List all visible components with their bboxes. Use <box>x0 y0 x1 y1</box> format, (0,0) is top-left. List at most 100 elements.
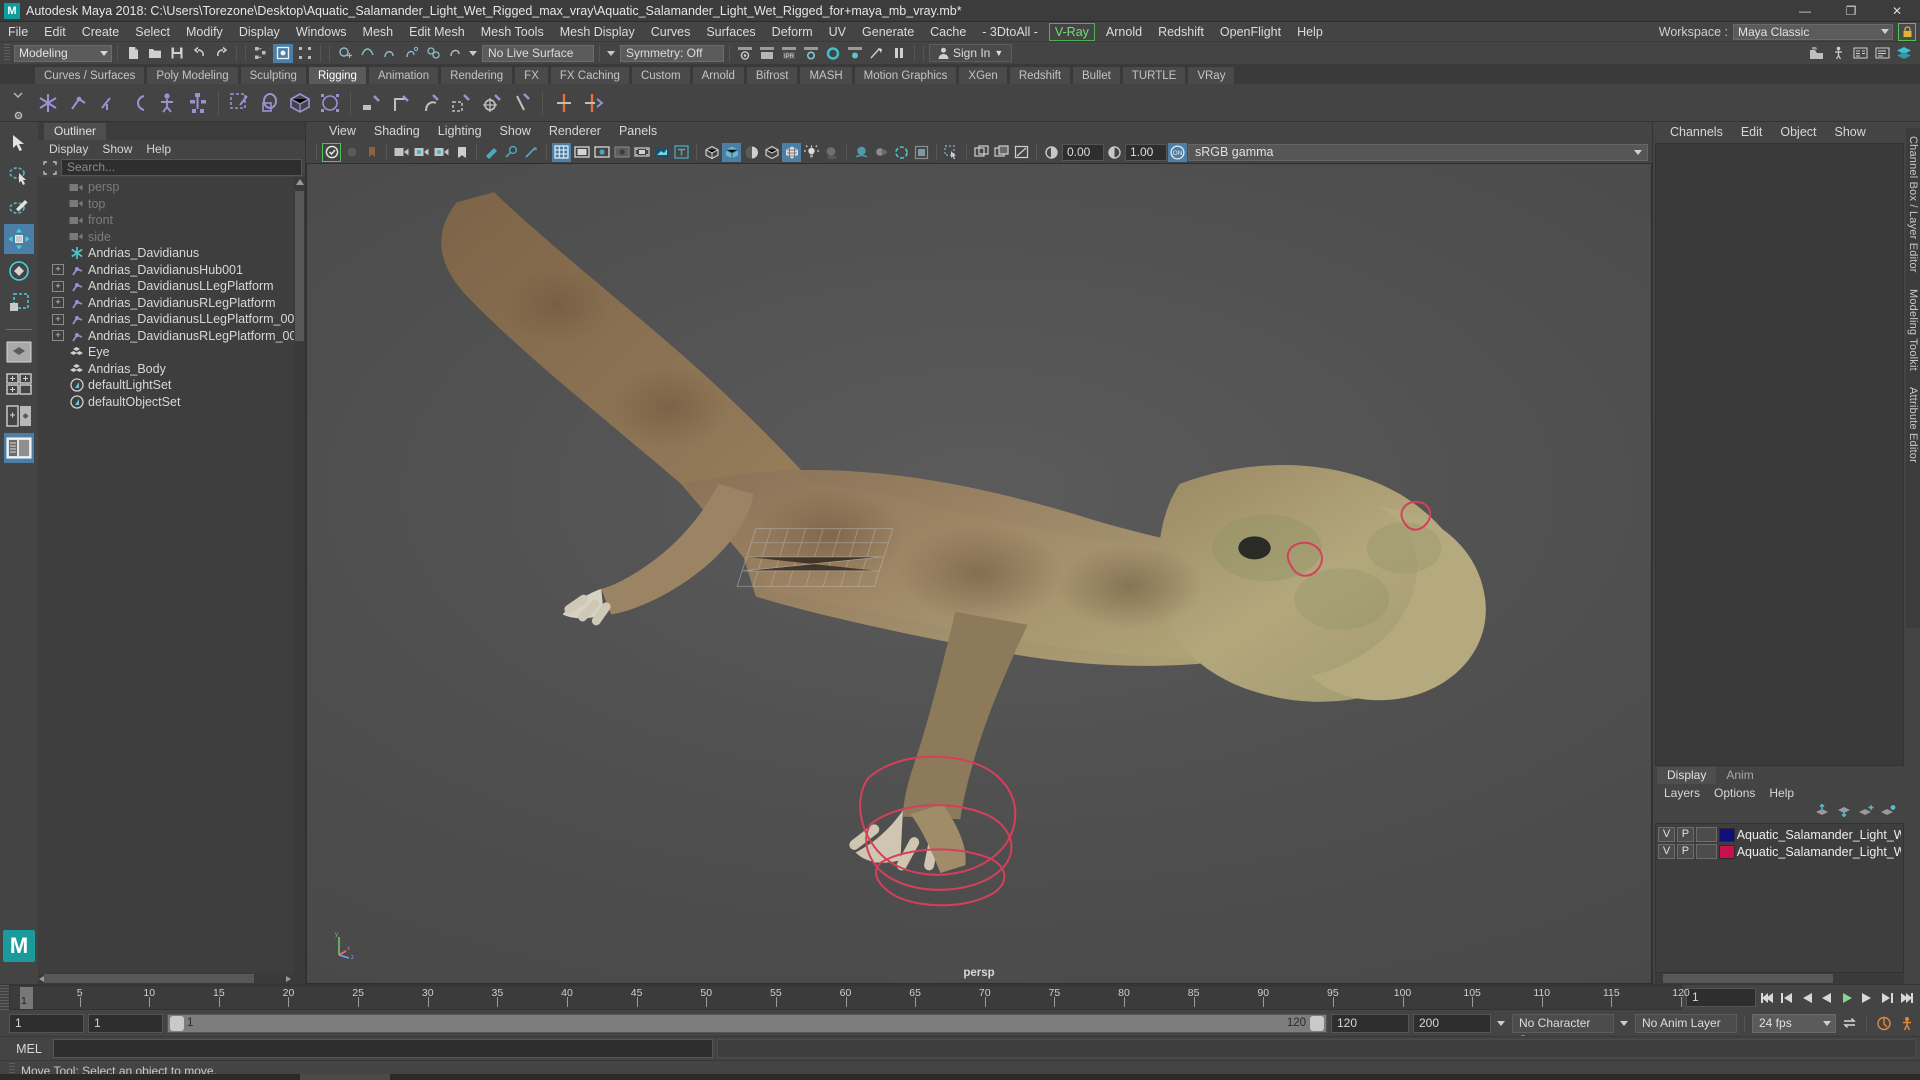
shelf-scale-constraint-button[interactable] <box>448 89 475 116</box>
open-outliner-button[interactable] <box>1806 44 1826 63</box>
outliner-item-eye[interactable]: Eye <box>38 344 305 361</box>
render-settings-button[interactable] <box>801 44 821 63</box>
layer-horizontal-scrollbar[interactable] <box>1655 973 1904 984</box>
resolution-gate-button[interactable] <box>592 143 611 162</box>
shelf-lattice-deformer-button[interactable] <box>256 89 283 116</box>
outliner-menu-display[interactable]: Display <box>42 140 95 158</box>
paint-select-tool-button[interactable] <box>4 192 34 222</box>
viewport-menu-view[interactable]: View <box>320 122 365 141</box>
minimize-button[interactable]: — <box>1782 0 1828 22</box>
render-region-button[interactable] <box>867 44 887 63</box>
outliner-item-andrias-body[interactable]: Andrias_Body <box>38 361 305 378</box>
menu-mesh[interactable]: Mesh <box>355 22 402 42</box>
current-time-field[interactable]: 1 <box>1686 988 1756 1007</box>
bookmark-button[interactable] <box>452 143 471 162</box>
range-slider-bar[interactable]: 1 120 <box>167 1013 1327 1033</box>
shelf-interactive-bind-button[interactable] <box>184 89 211 116</box>
outliner-item-top[interactable]: top <box>38 196 305 213</box>
expand-toggle[interactable]: + <box>52 297 64 309</box>
viewport-menu-shading[interactable]: Shading <box>365 122 429 141</box>
exposure-display-button[interactable] <box>652 143 671 162</box>
step-forward-key-button[interactable] <box>1877 988 1896 1007</box>
shelf-tab-menu-button[interactable] <box>8 86 28 104</box>
outliner-item-llegplatform-001[interactable]: + Andrias_DavidianusLLegPlatform_001 <box>38 311 305 328</box>
vtab-channel-box-layer-editor[interactable]: Channel Box / Layer Editor <box>1907 128 1919 281</box>
open-scene-button[interactable] <box>145 44 165 63</box>
menu-uv[interactable]: UV <box>821 22 854 42</box>
menu-openflight[interactable]: OpenFlight <box>1212 22 1289 42</box>
shelf-tab-bullet[interactable]: Bullet <box>1072 66 1121 84</box>
anim-layer-field[interactable]: No Anim Layer <box>1635 1013 1737 1033</box>
menu-modify[interactable]: Modify <box>178 22 231 42</box>
gamma-value-field[interactable]: 1.00 <box>1125 143 1167 161</box>
anim-layer-caret[interactable] <box>1618 1014 1631 1033</box>
layer-color-swatch[interactable] <box>1718 827 1735 842</box>
menu-help[interactable]: Help <box>1289 22 1331 42</box>
shelf-orient-constraint-button[interactable] <box>418 89 445 116</box>
shelf-bind-skin-button[interactable] <box>154 89 181 116</box>
range-playback-start-field[interactable]: 1 <box>88 1013 163 1033</box>
shelf-paint-skin-weights-button[interactable] <box>226 89 253 116</box>
color-management-toggle-button[interactable] <box>912 143 931 162</box>
shelf-options-button[interactable] <box>8 106 28 124</box>
redo-render-button[interactable] <box>757 44 777 63</box>
menu-edit-mesh[interactable]: Edit Mesh <box>401 22 473 42</box>
grease-pencil-button[interactable] <box>502 143 521 162</box>
select-by-hierarchy-button[interactable] <box>251 44 271 63</box>
image-plane-button[interactable] <box>482 143 501 162</box>
shelf-tab-rendering[interactable]: Rendering <box>440 66 514 84</box>
shelf-tab-redshift[interactable]: Redshift <box>1008 66 1072 84</box>
undo-button[interactable] <box>189 44 209 63</box>
tab-outliner[interactable]: Outliner <box>44 123 107 140</box>
sign-in-button[interactable]: Sign In ▼ <box>929 44 1013 62</box>
maximize-button[interactable]: ❐ <box>1828 0 1874 22</box>
step-forward-frame-button[interactable] <box>1857 988 1876 1007</box>
live-surface-field[interactable]: No Live Surface <box>482 44 594 62</box>
outliner-item-defaultobjectset[interactable]: defaultObjectSet <box>38 394 305 411</box>
select-camera-button[interactable] <box>322 142 341 162</box>
outliner-menu-show[interactable]: Show <box>95 140 139 158</box>
open-layer-editor-button[interactable] <box>1894 44 1914 63</box>
select-by-component-button[interactable] <box>295 44 315 63</box>
workspace-dropdown[interactable]: Maya Classic <box>1733 24 1893 40</box>
expand-toggle[interactable]: + <box>52 330 64 342</box>
wireframe-shading-button[interactable] <box>702 143 721 162</box>
select-by-object-button[interactable] <box>273 43 293 63</box>
menu-windows[interactable]: Windows <box>288 22 355 42</box>
shelf-tab-rigging[interactable]: Rigging <box>307 66 367 84</box>
menu-display[interactable]: Display <box>231 22 288 42</box>
character-set-field[interactable]: No Character Set <box>1512 1013 1614 1047</box>
vtab-attribute-editor[interactable]: Attribute Editor <box>1907 379 1919 471</box>
menu-mesh-display[interactable]: Mesh Display <box>552 22 643 42</box>
motion-blur-button[interactable] <box>872 143 891 162</box>
viewport-menu-renderer[interactable]: Renderer <box>540 122 610 141</box>
time-slider-grip[interactable] <box>0 985 9 1010</box>
outliner-horizontal-scrollbar[interactable] <box>38 973 305 984</box>
bookmark-camera-button[interactable] <box>362 143 381 162</box>
outliner-item-persp[interactable]: persp <box>38 179 305 196</box>
rotate-tool-button[interactable] <box>4 256 34 286</box>
screen-space-ao-button[interactable] <box>852 143 871 162</box>
toggle-grid-button[interactable] <box>552 142 571 162</box>
vtab-modeling-toolkit[interactable]: Modeling Toolkit <box>1907 281 1919 379</box>
outliner-tree[interactable]: persp top front side Andrias_Davidianus … <box>38 177 305 973</box>
save-scene-button[interactable] <box>167 44 187 63</box>
exposure-value-field[interactable]: 0.00 <box>1062 143 1104 161</box>
go-to-start-button[interactable] <box>1757 988 1776 1007</box>
move-tool-button[interactable] <box>4 224 34 254</box>
shelf-tab-fx-caching[interactable]: FX Caching <box>549 66 630 84</box>
anim-end-field[interactable]: 120 <box>1331 1013 1409 1033</box>
scroll-up-icon[interactable] <box>296 179 304 185</box>
scale-tool-button[interactable] <box>4 288 34 318</box>
layer-shading-toggle[interactable] <box>1695 844 1717 859</box>
channelbox-menu-channels[interactable]: Channels <box>1661 122 1732 142</box>
shelf-point-constraint-button[interactable] <box>388 89 415 116</box>
outliner-item-hub001[interactable]: + Andrias_DavidianusHub001 <box>38 262 305 279</box>
close-button[interactable]: ✕ <box>1874 0 1920 22</box>
layer-visibility-toggle[interactable]: V <box>1658 827 1675 842</box>
shelf-wrap-deformer-button[interactable] <box>286 89 313 116</box>
shelf-pole-vector-constraint-button[interactable] <box>508 89 535 116</box>
four-view-layout-button[interactable] <box>4 369 34 399</box>
display-layer-list[interactable]: V P Aquatic_Salamander_Light_We V P Aqua… <box>1655 823 1904 973</box>
expand-toggle[interactable]: + <box>52 313 64 325</box>
